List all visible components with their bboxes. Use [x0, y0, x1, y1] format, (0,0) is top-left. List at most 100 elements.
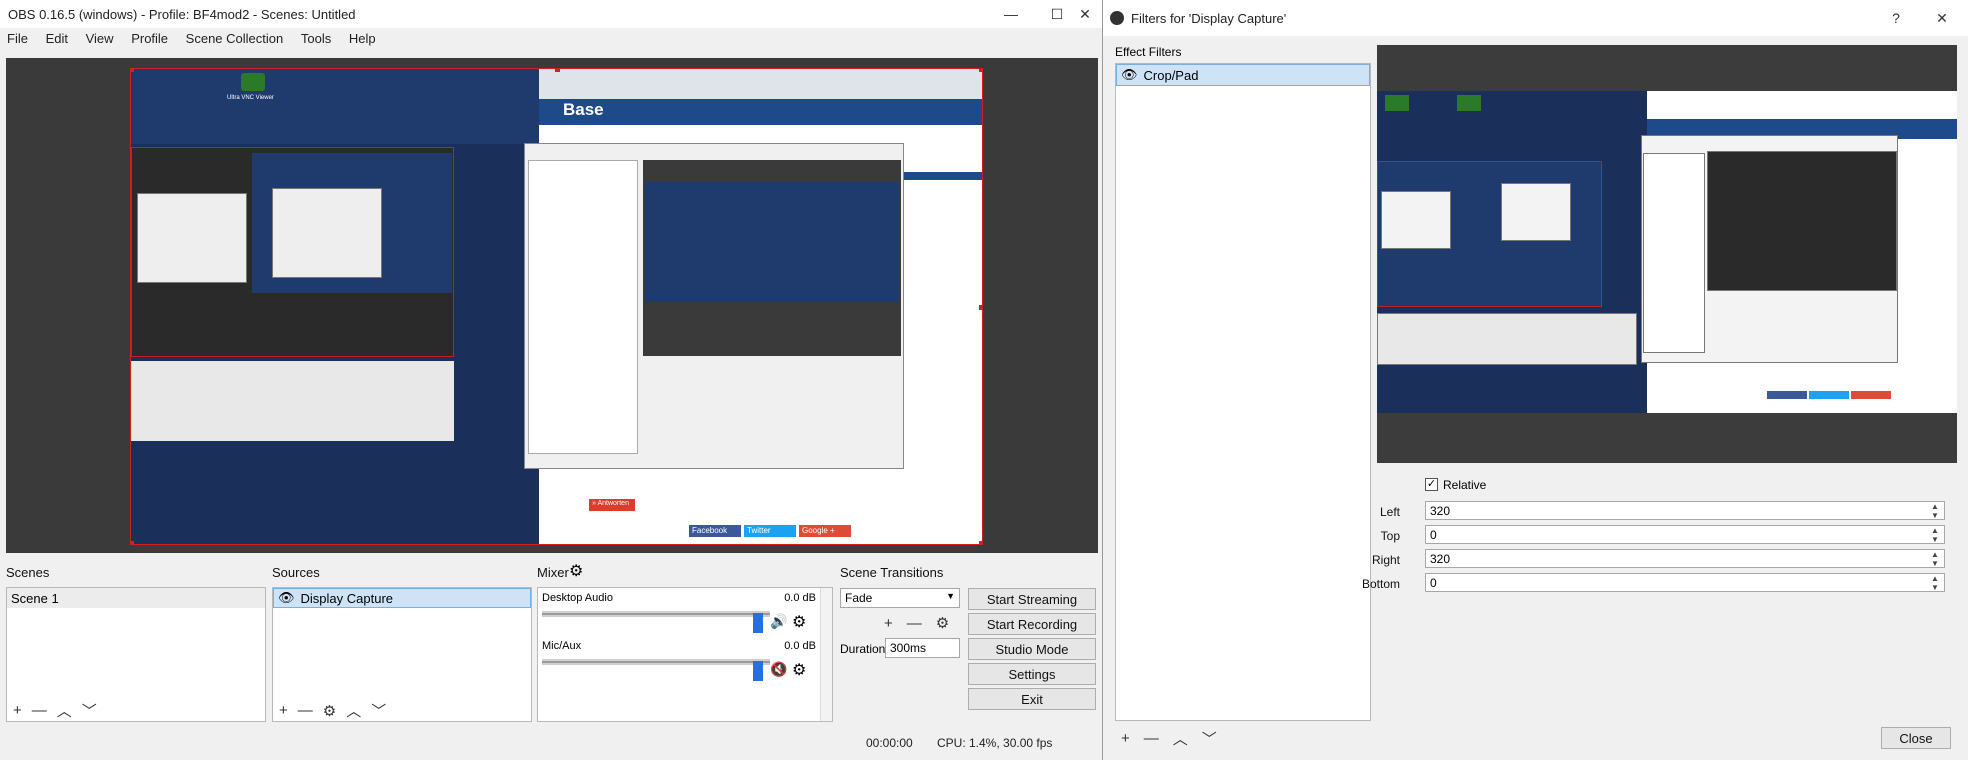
- scenes-toolbar: + — ︿ ﹀: [13, 700, 97, 721]
- menu-edit[interactable]: Edit: [39, 28, 75, 46]
- dialog-close-x-button[interactable]: ✕: [1919, 4, 1965, 32]
- effect-filters-list: 👁 Crop/Pad: [1115, 63, 1371, 721]
- menu-bar: File Edit View Profile Scene Collection …: [0, 28, 1102, 50]
- spinbox-arrows-icon[interactable]: ▲ ▼: [1928, 574, 1942, 592]
- help-button[interactable]: ?: [1873, 4, 1919, 32]
- desktop-audio-level: 0.0 dB: [784, 592, 816, 604]
- mixer-gear-icon[interactable]: ⚙: [569, 561, 583, 581]
- spinbox-arrows-icon[interactable]: ▲ ▼: [1928, 526, 1942, 544]
- move-scene-up-button[interactable]: ︿: [57, 700, 72, 721]
- transition-select[interactable]: Fade ▼: [840, 588, 960, 608]
- speaker-icon[interactable]: 🔊: [770, 613, 787, 630]
- menu-scene-collection[interactable]: Scene Collection: [179, 28, 291, 46]
- transition-gear-icon[interactable]: ⚙: [936, 614, 949, 632]
- speaker-muted-icon[interactable]: 🔇: [770, 661, 787, 678]
- exit-button[interactable]: Exit: [968, 688, 1096, 710]
- left-spinbox[interactable]: 320 ▲ ▼: [1425, 501, 1945, 520]
- obs-logo-icon: [1110, 11, 1124, 25]
- mic-aux-gear-icon[interactable]: ⚙: [792, 660, 806, 680]
- filter-item[interactable]: 👁 Crop/Pad: [1116, 64, 1370, 86]
- google-share-capture: Google +: [799, 525, 851, 537]
- source-item-label: Display Capture: [300, 590, 394, 606]
- filters-dialog: Filters for 'Display Capture' ? ✕ Effect…: [1102, 0, 1968, 760]
- resize-handle[interactable]: [131, 69, 134, 72]
- title-bar: OBS 0.16.5 (windows) - Profile: BF4mod2 …: [0, 0, 1102, 28]
- menu-profile[interactable]: Profile: [124, 28, 175, 46]
- bottom-label: Bottom: [1361, 577, 1400, 591]
- move-scene-down-button[interactable]: ﹀: [82, 700, 97, 721]
- duration-spinbox[interactable]: 300ms: [885, 638, 960, 658]
- filters-toolbar: + — ︿ ﹀: [1121, 728, 1217, 749]
- effect-filters-label: Effect Filters: [1115, 45, 1182, 59]
- scene-transitions-title: Scene Transitions: [840, 565, 944, 580]
- remove-source-button[interactable]: —: [298, 702, 313, 719]
- remove-filter-button[interactable]: —: [1144, 730, 1159, 747]
- nested-filters-dialog: [524, 143, 904, 469]
- source-properties-gear-icon[interactable]: ⚙: [323, 702, 336, 720]
- resize-handle[interactable]: [979, 69, 982, 72]
- twitter-share-capture: Twitter: [744, 525, 796, 537]
- duration-label: Duration: [840, 642, 886, 656]
- scene-item[interactable]: Scene 1: [7, 588, 265, 608]
- minimize-button[interactable]: —: [988, 0, 1034, 28]
- sources-title: Sources: [272, 565, 320, 580]
- resize-handle[interactable]: [555, 69, 560, 72]
- add-scene-button[interactable]: +: [13, 702, 22, 719]
- source-item[interactable]: 👁 Display Capture: [273, 588, 531, 608]
- cpu-fps-status: CPU: 1.4%, 30.00 fps: [937, 736, 1053, 750]
- menu-tools[interactable]: Tools: [294, 28, 338, 46]
- menu-file[interactable]: File: [0, 28, 35, 46]
- sources-toolbar: + — ⚙ ︿ ﹀: [279, 700, 386, 721]
- eye-icon[interactable]: 👁: [1121, 67, 1138, 83]
- right-spinbox[interactable]: 320 ▲ ▼: [1425, 549, 1945, 568]
- desktop-audio-gear-icon[interactable]: ⚙: [792, 612, 806, 632]
- mixer-scrollbar[interactable]: [820, 588, 832, 721]
- studio-mode-button[interactable]: Studio Mode: [968, 638, 1096, 660]
- transition-select-value: Fade: [845, 591, 873, 605]
- top-spinbox[interactable]: 0 ▲ ▼: [1425, 525, 1945, 544]
- add-source-button[interactable]: +: [279, 702, 288, 719]
- resize-handle[interactable]: [979, 305, 982, 310]
- menu-help[interactable]: Help: [342, 28, 383, 46]
- top-value: 0: [1430, 528, 1437, 542]
- resize-handle[interactable]: [131, 541, 134, 544]
- filters-dialog-title: Filters for 'Display Capture': [1131, 11, 1287, 26]
- start-streaming-button[interactable]: Start Streaming: [968, 588, 1096, 610]
- settings-button[interactable]: Settings: [968, 663, 1096, 685]
- relative-checkbox[interactable]: ✓: [1425, 478, 1438, 491]
- add-transition-button[interactable]: +: [884, 615, 893, 632]
- remove-transition-button[interactable]: —: [907, 615, 922, 632]
- move-source-up-button[interactable]: ︿: [346, 700, 361, 721]
- spinbox-arrows-icon[interactable]: ▲ ▼: [1928, 502, 1942, 520]
- nested-preview: [131, 147, 454, 357]
- filters-title-bar: Filters for 'Display Capture' ? ✕: [1103, 0, 1968, 36]
- left-label: Left: [1379, 505, 1400, 519]
- display-capture-source[interactable]: Ultra VNC Viewer Base » Antworten Facebo…: [130, 68, 983, 545]
- desktop-background: [131, 69, 539, 144]
- menu-view[interactable]: View: [79, 28, 121, 46]
- spinbox-arrows-icon[interactable]: ▲ ▼: [1928, 550, 1942, 568]
- obs-main-window: OBS 0.16.5 (windows) - Profile: BF4mod2 …: [0, 0, 1102, 760]
- desktop-audio-volume-slider[interactable]: [753, 613, 763, 633]
- move-source-down-button[interactable]: ﹀: [371, 700, 386, 721]
- preview-canvas[interactable]: Ultra VNC Viewer Base » Antworten Facebo…: [6, 58, 1098, 553]
- mic-aux-volume-slider[interactable]: [753, 661, 763, 681]
- mic-aux-level: 0.0 dB: [784, 640, 816, 652]
- move-filter-up-button[interactable]: ︿: [1173, 728, 1188, 749]
- mixer-title: Mixer: [537, 565, 569, 580]
- sources-list: 👁 Display Capture + — ⚙ ︿ ﹀: [272, 587, 532, 722]
- eye-icon[interactable]: 👁: [278, 590, 295, 606]
- transitions-toolbar: + — ⚙: [884, 614, 949, 633]
- reply-button-capture: » Antworten: [589, 499, 635, 511]
- dialog-close-button[interactable]: Close: [1881, 727, 1951, 749]
- start-recording-button[interactable]: Start Recording: [968, 613, 1096, 635]
- resize-handle[interactable]: [979, 541, 982, 544]
- remove-scene-button[interactable]: —: [32, 702, 47, 719]
- window-title: OBS 0.16.5 (windows) - Profile: BF4mod2 …: [8, 7, 356, 22]
- right-label: Right: [1371, 553, 1400, 567]
- bottom-spinbox[interactable]: 0 ▲ ▼: [1425, 573, 1945, 592]
- left-value: 320: [1430, 504, 1451, 518]
- scenes-title: Scenes: [6, 565, 50, 580]
- move-filter-down-button[interactable]: ﹀: [1202, 728, 1217, 749]
- add-filter-button[interactable]: +: [1121, 730, 1130, 747]
